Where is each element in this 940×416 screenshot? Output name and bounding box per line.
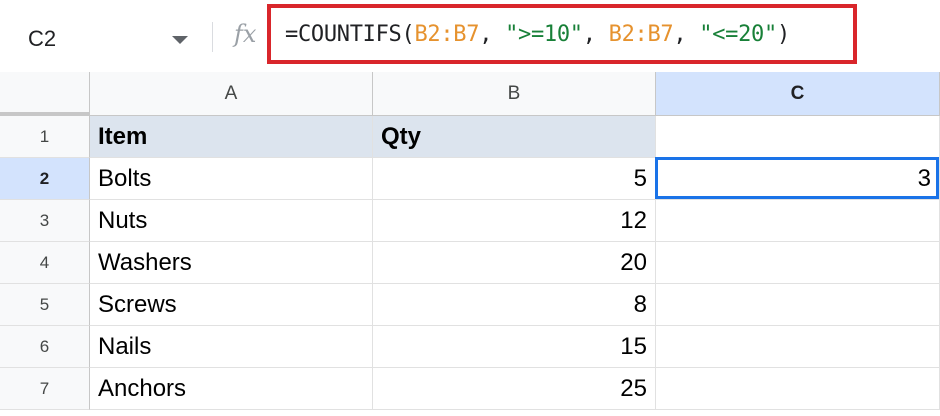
cell-b3[interactable]: 12 (373, 200, 656, 242)
spreadsheet-grid: A B C 1 Item Qty 2 Bolts 5 3 3 Nuts 12 4 Washers 20 5… (0, 72, 940, 416)
chevron-down-icon[interactable] (172, 36, 188, 44)
cell-b6[interactable]: 15 (373, 326, 656, 368)
row-header-5[interactable]: 5 (0, 284, 90, 326)
cell-c5[interactable] (656, 284, 940, 326)
row-header-6[interactable]: 6 (0, 326, 90, 368)
formula-token-plain: , (673, 22, 700, 47)
formula-token-range: B2:B7 (608, 22, 674, 47)
formula-token-plain: , (582, 22, 609, 47)
formula-token-range: B2:B7 (414, 22, 480, 47)
cell-b5[interactable]: 8 (373, 284, 656, 326)
formula-token-plain: , (479, 22, 506, 47)
cell-a6[interactable]: Nails (90, 326, 373, 368)
toolbar-divider (212, 22, 213, 52)
cell-c4[interactable] (656, 242, 940, 284)
formula-highlight-box: =COUNTIFS(B2:B7, ">=10", B2:B7, "<=20") (267, 4, 857, 64)
cell-a4[interactable]: Washers (90, 242, 373, 284)
formula-token-string: "<=20" (699, 22, 777, 47)
row-header-2[interactable]: 2 (0, 158, 90, 200)
row-header-7[interactable]: 7 (0, 368, 90, 410)
name-box[interactable]: C2 (0, 12, 200, 64)
formula-token-string: ">=10" (505, 22, 583, 47)
name-box-reference: C2 (28, 26, 57, 51)
column-header-c[interactable]: C (656, 72, 940, 116)
row-header-1[interactable]: 1 (0, 116, 90, 158)
cell-b4[interactable]: 20 (373, 242, 656, 284)
cell-a2[interactable]: Bolts (90, 158, 373, 200)
formula-token-plain: ) (776, 22, 790, 47)
cell-a3[interactable]: Nuts (90, 200, 373, 242)
cell-c1[interactable] (656, 116, 940, 158)
cell-a5[interactable]: Screws (90, 284, 373, 326)
cell-a7[interactable]: Anchors (90, 368, 373, 410)
cell-b2[interactable]: 5 (373, 158, 656, 200)
cell-c6[interactable] (656, 326, 940, 368)
column-header-a[interactable]: A (90, 72, 373, 116)
formula-input[interactable]: =COUNTIFS(B2:B7, ">=10", B2:B7, "<=20") (285, 22, 790, 47)
formula-token-plain: =COUNTIFS( (285, 22, 415, 47)
formula-toolbar: C2 fx =COUNTIFS(B2:B7, ">=10", B2:B7, "<… (0, 0, 940, 72)
select-all-corner[interactable] (0, 72, 90, 116)
row-header-4[interactable]: 4 (0, 242, 90, 284)
cell-b1[interactable]: Qty (373, 116, 656, 158)
row-header-3[interactable]: 3 (0, 200, 90, 242)
cell-b7[interactable]: 25 (373, 368, 656, 410)
selected-cell-outline (655, 157, 939, 199)
cell-c3[interactable] (656, 200, 940, 242)
cell-c7[interactable] (656, 368, 940, 410)
column-header-b[interactable]: B (373, 72, 656, 116)
function-icon: fx (234, 20, 257, 48)
cell-a1[interactable]: Item (90, 116, 373, 158)
